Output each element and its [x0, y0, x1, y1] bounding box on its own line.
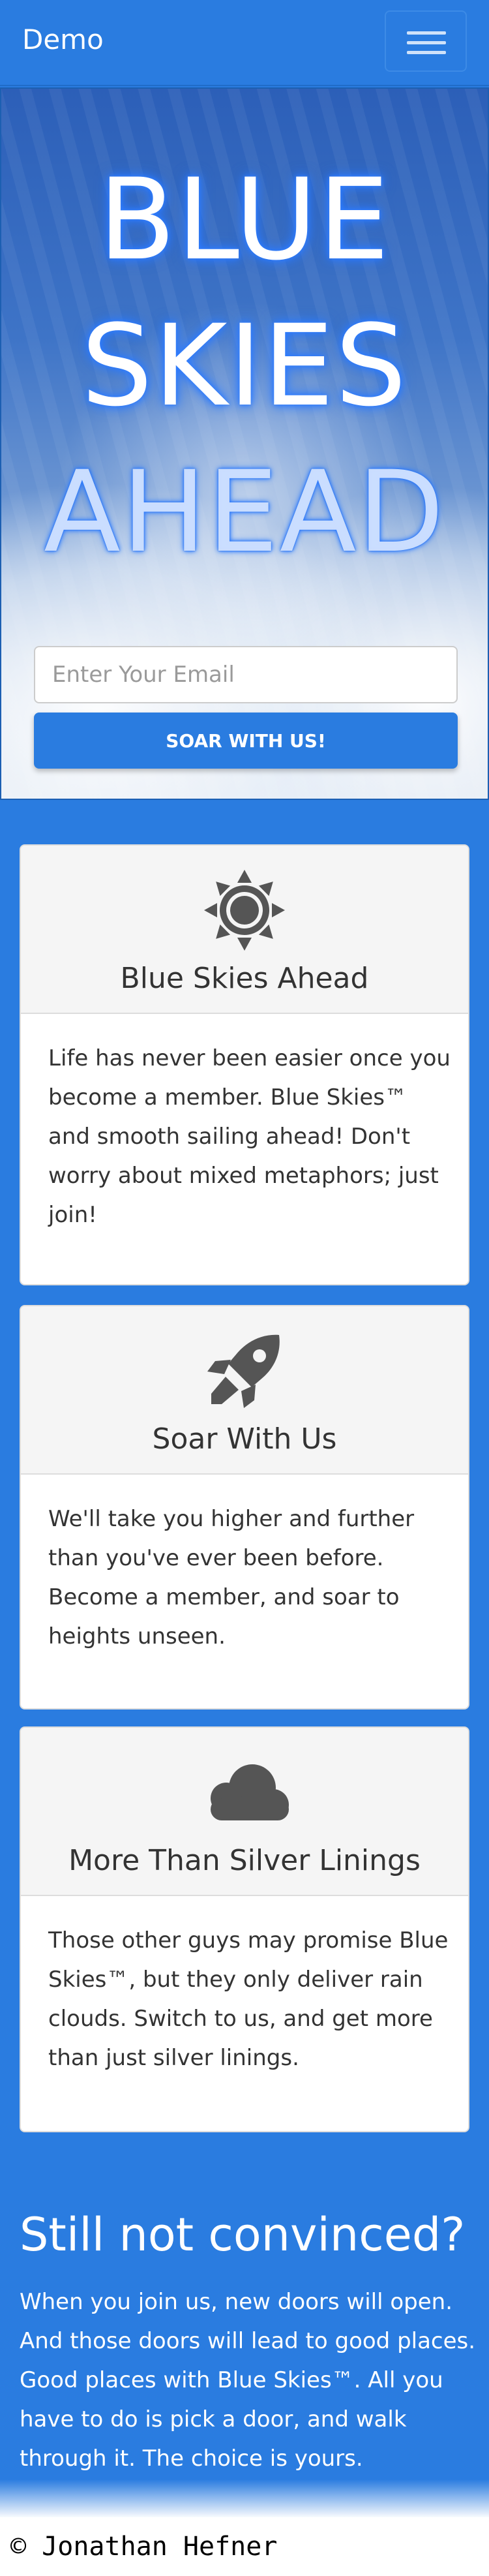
brand-link[interactable]: Demo — [22, 23, 104, 55]
cloud-icon — [21, 1750, 468, 1835]
closing-heading: Still not convinced? — [20, 2208, 466, 2262]
menu-toggle-button[interactable] — [385, 10, 467, 72]
card-title: Soar With Us — [152, 1422, 337, 1456]
hero-title-line-1: BLUE — [98, 154, 391, 285]
closing-paragraph: When you join us, new doors will open. A… — [20, 2289, 476, 2472]
card-header: More Than Silver Linings — [21, 1728, 468, 1896]
copyright-text: © Jonathan Hefner — [10, 2532, 278, 2562]
soar-with-us-button[interactable]: SOAR WITH US! — [34, 713, 458, 769]
sun-icon — [21, 868, 468, 953]
navbar: Demo — [0, 0, 489, 86]
feature-card-blue-skies: Blue Skies Ahead Life has never been eas… — [20, 844, 469, 1285]
footer-divider — [0, 2479, 489, 2519]
card-title: More Than Silver Linings — [68, 1844, 421, 1877]
footer: © Jonathan Hefner — [0, 2517, 489, 2576]
card-body: Those other guys may promise Blue Skies™… — [48, 1927, 449, 2071]
card-header: Blue Skies Ahead — [21, 846, 468, 1014]
card-title: Blue Skies Ahead — [120, 962, 369, 995]
hero-title-line-3: AHEAD — [44, 446, 445, 577]
card-body: We'll take you higher and further than y… — [48, 1506, 415, 1649]
feature-card-silver-linings: More Than Silver Linings Those other guy… — [20, 1726, 469, 2132]
card-body: Life has never been easier once you beco… — [48, 1045, 451, 1228]
hero-title-line-2: SKIES — [81, 300, 408, 431]
hero-section: BLUE SKIES AHEAD SOAR WITH US! — [0, 87, 489, 800]
email-input[interactable] — [34, 646, 458, 703]
feature-card-soar: Soar With Us We'll take you higher and f… — [20, 1305, 469, 1710]
rocket-icon — [21, 1328, 468, 1413]
card-header: Soar With Us — [21, 1306, 468, 1475]
